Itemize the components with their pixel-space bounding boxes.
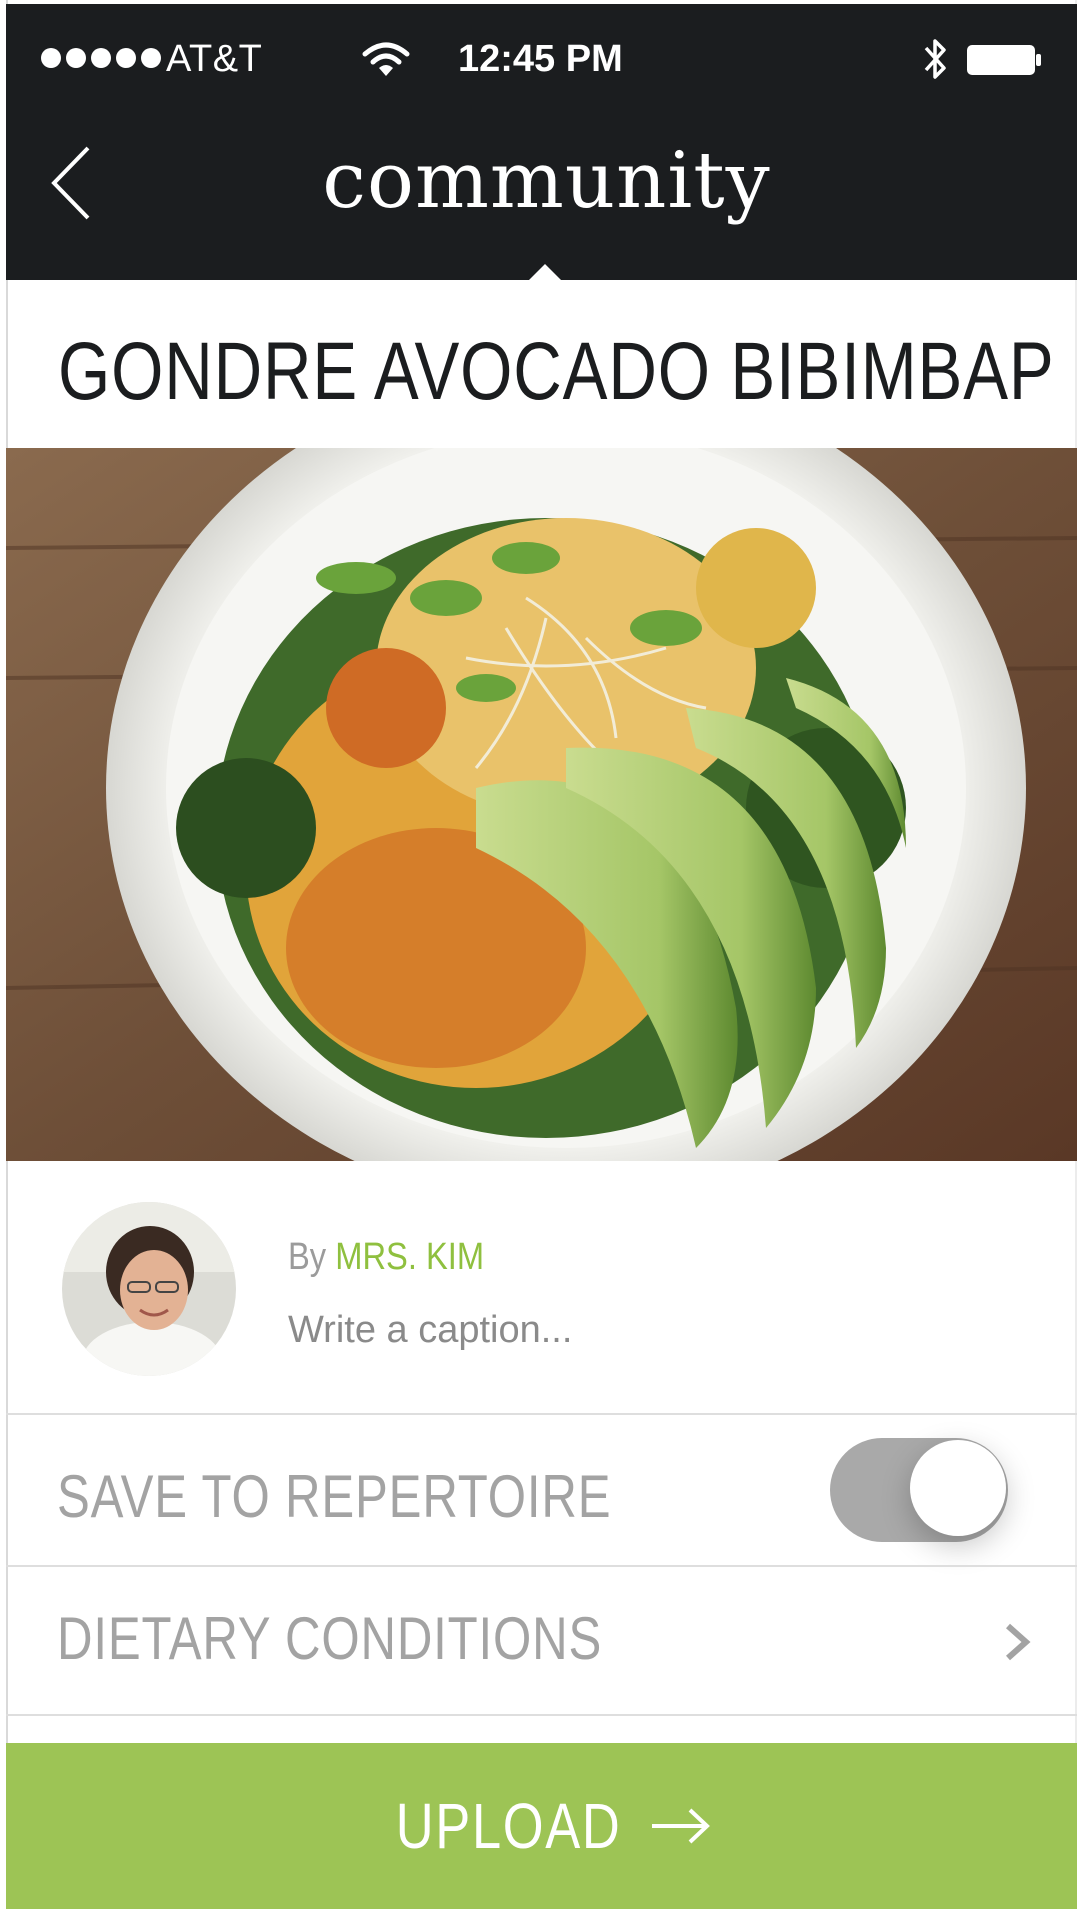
save-to-repertoire-label: SAVE TO REPERTOIRE: [57, 1463, 612, 1530]
screen: AT&T 12:45 PM community GONDRE AVOCADO B…: [0, 0, 1077, 1909]
toggle-knob: [910, 1440, 1006, 1536]
by-prefix: By: [288, 1236, 327, 1278]
header: AT&T 12:45 PM community: [6, 4, 1077, 286]
signal-strength-icon: [41, 48, 161, 68]
bluetooth-icon: [924, 39, 946, 79]
chevron-right-icon[interactable]: [1000, 1620, 1034, 1664]
divider: [6, 1714, 1077, 1716]
wifi-icon: [362, 42, 410, 76]
upload-label: UPLOAD: [395, 1790, 622, 1862]
nav-bar: community: [6, 114, 1077, 286]
nav-pointer-notch: [523, 264, 567, 286]
divider: [6, 1565, 1077, 1567]
author-byline: By MRS. KIM: [288, 1236, 484, 1279]
arrow-right-icon: [652, 1808, 711, 1844]
status-bar: AT&T 12:45 PM: [6, 4, 1077, 114]
recipe-photo[interactable]: [6, 448, 1077, 1161]
author-name[interactable]: MRS. KIM: [335, 1236, 484, 1278]
carrier-name: AT&T: [166, 38, 263, 80]
clock: 12:45 PM: [458, 38, 623, 80]
divider: [6, 1413, 1077, 1415]
battery-icon: [967, 45, 1041, 75]
page-title: community: [322, 136, 771, 226]
dietary-conditions-label[interactable]: DIETARY CONDITIONS: [57, 1604, 602, 1673]
caption-input[interactable]: [288, 1305, 1008, 1355]
upload-button[interactable]: UPLOAD: [6, 1743, 1077, 1909]
author-avatar[interactable]: [62, 1202, 236, 1376]
save-to-repertoire-toggle[interactable]: [830, 1438, 1008, 1542]
recipe-title: GONDRE AVOCADO BIBIMBAP: [58, 326, 1055, 417]
